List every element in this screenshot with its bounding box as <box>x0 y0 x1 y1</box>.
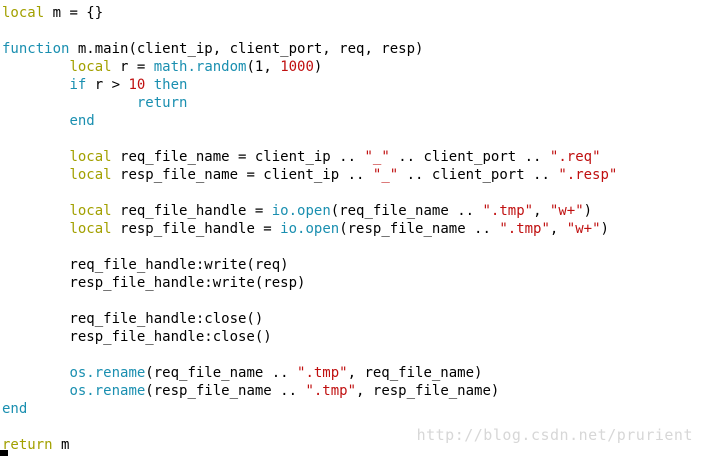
code-token: io.open <box>271 203 331 219</box>
code-line[interactable]: function m.main(client_ip, client_port, … <box>2 40 617 58</box>
code-token: r = <box>111 59 154 75</box>
code-line[interactable]: local req_file_handle = io.open(req_file… <box>2 202 617 220</box>
code-line[interactable]: end <box>2 400 617 418</box>
code-line[interactable]: local r = math.random(1, 1000) <box>2 58 617 76</box>
code-token: req_file_handle:close() <box>2 311 264 327</box>
code-token: return <box>2 437 53 453</box>
code-line[interactable] <box>2 238 617 256</box>
code-token: local <box>69 167 112 183</box>
code-token: m.main(client_ip, client_port, req, resp… <box>69 41 424 57</box>
code-token: resp_file_handle:close() <box>2 329 272 345</box>
code-token: end <box>2 401 28 417</box>
code-token: io.open <box>280 221 340 237</box>
code-line[interactable]: if r > 10 then <box>2 76 617 94</box>
code-token: resp_file_handle = <box>111 221 281 237</box>
code-token: math.random <box>153 59 247 75</box>
code-token: , <box>533 203 550 219</box>
code-token: "_" <box>372 167 399 183</box>
code-token: ) <box>583 203 593 219</box>
code-token: local <box>69 59 112 75</box>
code-token: os.rename <box>69 383 146 399</box>
code-line[interactable] <box>2 292 617 310</box>
code-token: (resp_file_name .. <box>145 383 306 399</box>
code-line[interactable]: req_file_handle:close() <box>2 310 617 328</box>
code-token: ".req" <box>549 149 601 165</box>
code-line[interactable]: os.rename(resp_file_name .. ".tmp", resp… <box>2 382 617 400</box>
code-token: if <box>69 77 87 93</box>
code-token: "w+" <box>549 203 584 219</box>
code-token: ) <box>313 59 323 75</box>
code-line[interactable]: return <box>2 94 617 112</box>
code-token: 10 <box>128 77 146 93</box>
code-token: ".tmp" <box>297 365 348 381</box>
code-token: "_" <box>364 149 390 165</box>
code-token: 1000 <box>280 59 314 75</box>
code-line[interactable]: req_file_handle:write(req) <box>2 256 617 274</box>
code-token: (req_file_name .. <box>145 365 298 381</box>
code-line[interactable] <box>2 184 617 202</box>
code-token: , <box>549 221 567 237</box>
code-line[interactable] <box>2 130 617 148</box>
code-token: resp_file_handle:write(resp) <box>2 275 306 291</box>
code-token: resp_file_name = client_ip .. <box>111 167 373 183</box>
code-token: r > <box>86 77 129 93</box>
code-line[interactable]: local m = {} <box>2 4 617 22</box>
code-token: function <box>2 41 70 57</box>
code-token: , req_file_name) <box>347 365 483 381</box>
code-token: m = {} <box>44 5 104 21</box>
code-token: local <box>69 149 112 165</box>
code-token: return <box>136 95 188 111</box>
code-token: local <box>69 203 112 219</box>
code-token: local <box>69 221 112 237</box>
code-token: req_file_handle:write(req) <box>2 257 289 273</box>
code-token: then <box>153 77 188 93</box>
code-token: ".tmp" <box>499 221 550 237</box>
code-token: .. client_port .. <box>389 149 550 165</box>
code-line[interactable]: os.rename(req_file_name .. ".tmp", req_f… <box>2 364 617 382</box>
code-token: ".tmp" <box>305 383 357 399</box>
code-area[interactable]: local m = {} function m.main(client_ip, … <box>2 4 617 454</box>
code-token: "w+" <box>566 221 601 237</box>
code-token: req_file_name = client_ip .. <box>111 149 365 165</box>
code-line[interactable] <box>2 22 617 40</box>
text-cursor <box>0 450 8 456</box>
code-token: m <box>52 437 70 453</box>
watermark-text: http://blog.csdn.net/prurient <box>416 426 693 444</box>
code-token: (1, <box>246 59 281 75</box>
code-token: ) <box>600 221 609 237</box>
code-token: (req_file_name .. <box>330 203 483 219</box>
code-line[interactable]: local resp_file_name = client_ip .. "_" … <box>2 166 617 184</box>
code-token: ".resp" <box>558 167 618 183</box>
code-token: ".tmp" <box>482 203 534 219</box>
code-token: os.rename <box>69 365 146 381</box>
code-line[interactable]: end <box>2 112 617 130</box>
code-editor[interactable]: local m = {} function m.main(client_ip, … <box>0 0 705 456</box>
code-token: end <box>69 113 95 129</box>
code-line[interactable]: local req_file_name = client_ip .. "_" .… <box>2 148 617 166</box>
code-line[interactable]: resp_file_handle:write(resp) <box>2 274 617 292</box>
code-token: (resp_file_name .. <box>339 221 500 237</box>
code-token: req_file_handle = <box>111 203 272 219</box>
code-line[interactable]: resp_file_handle:close() <box>2 328 617 346</box>
code-line[interactable]: local resp_file_handle = io.open(resp_fi… <box>2 220 617 238</box>
code-token: .. client_port .. <box>398 167 559 183</box>
code-token: , resp_file_name) <box>356 383 500 399</box>
code-token: local <box>2 5 45 21</box>
code-line[interactable] <box>2 346 617 364</box>
